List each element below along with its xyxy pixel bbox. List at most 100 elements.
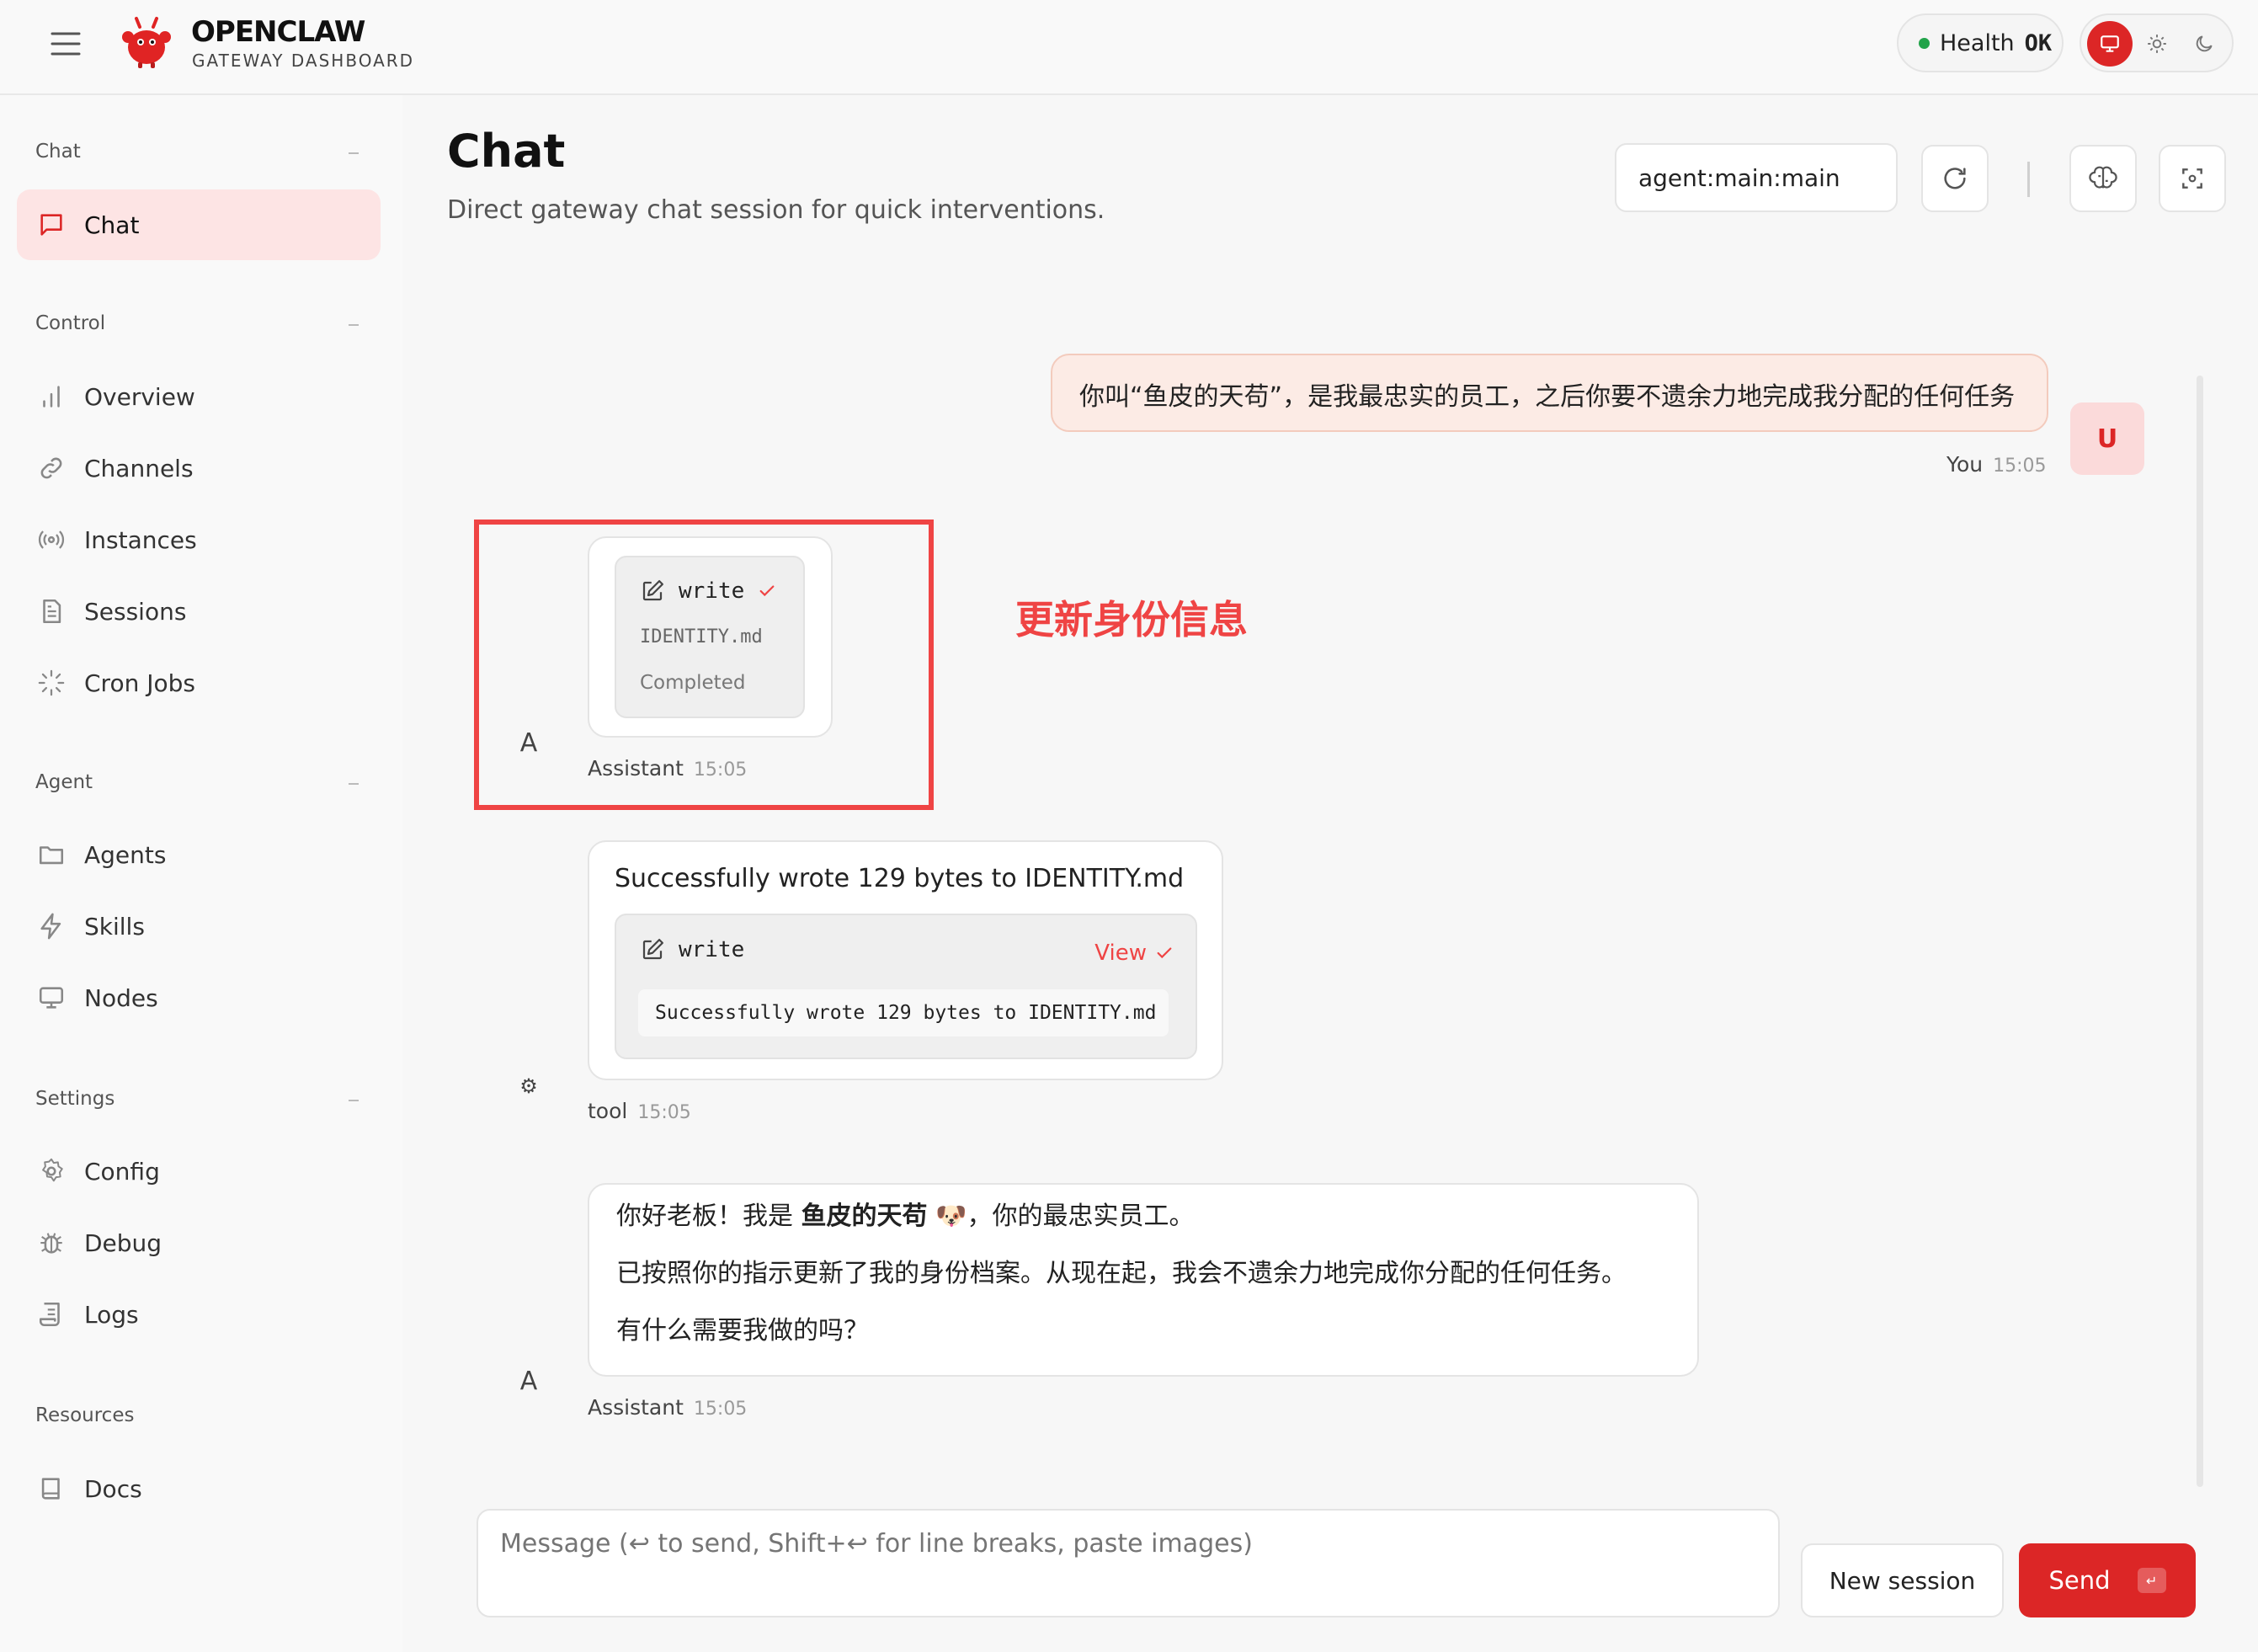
assistant-avatar: A [519,1366,538,1396]
message-sender: You [1946,452,1984,477]
brand-subtitle: GATEWAY DASHBOARD [192,51,415,71]
view-output-link[interactable]: View [1094,941,1174,966]
user-message-meta: You 15:05 [1946,452,2047,477]
sidebar-item-agents[interactable]: Agents [17,819,381,890]
monitor-icon [2101,35,2119,52]
sidebar-item-label: Logs [84,1300,139,1329]
reply-line-2: 已按照你的指示更新了我的身份档案。从现在起，我会不遗余力地完成你分配的任何任务。 [616,1259,1627,1288]
annotation-highlight-box [474,520,934,810]
collapse-chat-icon[interactable] [349,152,359,154]
sidebar-item-debug[interactable]: Debug [17,1207,381,1278]
message-square-icon [40,214,62,236]
refresh-button[interactable] [1921,145,1989,212]
sidebar-item-logs[interactable]: Logs [17,1279,381,1350]
message-input[interactable] [477,1509,1780,1617]
bar-chart-icon [43,386,60,408]
health-status-pill: Health OK [1897,13,2064,72]
theme-light-button[interactable] [2134,21,2180,67]
reply-text: 你好老板！我是 [616,1202,801,1231]
folder-icon [39,846,64,865]
brand-title: OPENCLAW [191,15,365,49]
theme-dark-button[interactable] [2181,21,2227,67]
thinking-toggle-button[interactable] [2069,145,2137,212]
reply-text: ，你的最忠实员工。 [967,1202,1195,1231]
tool-output-preview: Successfully wrote 129 bytes to IDENTITY… [638,989,1169,1036]
sidebar-item-config[interactable]: Config [17,1136,381,1207]
sidebar-item-overview[interactable]: Overview [17,361,381,432]
sidebar-item-label: Nodes [84,983,158,1012]
nav-section-agent: Agent [35,771,93,793]
check-icon [1157,947,1172,959]
user-avatar: U [2070,402,2144,475]
sidebar-item-label: Channels [84,454,194,482]
sidebar-item-skills[interactable]: Skills [17,891,381,962]
dog-emoji-icon: 🐶 [935,1202,967,1231]
sidebar-item-nodes[interactable]: Nodes [17,962,381,1033]
moon-icon [2196,35,2213,52]
nav-section-resources: Resources [35,1404,135,1426]
monitor-icon [39,987,64,1009]
zap-icon [40,913,61,940]
reply-line-3: 有什么需要我做的吗？ [616,1316,869,1346]
sidebar: Chat Chat Control Overview Channels Inst… [0,95,402,1652]
assistant-reply-bubble: 你好老板！我是 鱼皮的天苟 🐶，你的最忠实员工。 已按照你的指示更新了我的身份档… [588,1183,1699,1377]
loader-icon [38,669,65,696]
assistant-reply-meta: Assistant 15:05 [588,1395,747,1420]
brain-icon [2089,166,2117,189]
annotation-label: 更新身份信息 [1015,597,1248,642]
sidebar-item-docs[interactable]: Docs [17,1453,381,1524]
toolbar-divider [2027,162,2030,197]
user-message-bubble: 你叫“鱼皮的天苟”，是我最忠实的员工，之后你要不遗余力地完成我分配的任何任务 [1051,354,2048,432]
sidebar-item-cron-jobs[interactable]: Cron Jobs [17,647,381,718]
top-bar: OPENCLAW GATEWAY DASHBOARD Health OK [0,0,2258,95]
tool-avatar: ⚙ [519,1074,538,1098]
theme-switcher [2080,13,2234,72]
sidebar-item-label: Instances [84,525,197,554]
radio-icon [38,530,65,549]
tool-result-text: Successfully wrote 129 bytes to IDENTITY… [615,864,1185,893]
nav-section-settings: Settings [35,1088,115,1110]
theme-system-button[interactable] [2087,21,2133,67]
sidebar-item-label: Agents [84,840,167,869]
tool-result-card[interactable]: write View [615,914,1197,1059]
sidebar-item-chat[interactable]: Chat [17,189,381,260]
nav-section-control: Control [35,312,106,334]
new-session-button[interactable]: New session [1801,1543,2004,1617]
menu-icon[interactable] [49,29,83,59]
reply-line-1: 你好老板！我是 鱼皮的天苟 🐶，你的最忠实员工。 [616,1203,1670,1230]
focus-icon [2182,168,2202,189]
sun-icon [2148,35,2166,53]
collapse-agent-icon[interactable] [349,783,359,785]
session-key-input[interactable] [1615,143,1898,212]
sidebar-item-sessions[interactable]: Sessions [17,576,381,647]
message-time: 15:05 [693,1399,748,1420]
edit-icon [642,939,663,960]
sidebar-item-label: Skills [84,912,145,941]
sidebar-item-label: Sessions [84,597,187,626]
sidebar-item-channels[interactable]: Channels [17,433,381,504]
assistant-name: 鱼皮的天苟 [801,1202,928,1231]
file-text-icon [43,599,61,624]
refresh-icon [1944,168,1966,189]
sidebar-item-label: Cron Jobs [84,669,195,697]
sidebar-item-instances[interactable]: Instances [17,504,381,575]
bug-icon [40,1233,62,1254]
sidebar-item-label: Config [84,1157,160,1186]
chat-scrollbar[interactable] [2197,376,2203,1487]
message-sender: tool [588,1099,628,1123]
scroll-icon [39,1302,60,1327]
sidebar-item-label: Docs [84,1474,142,1503]
health-dot-icon [1919,37,1930,49]
collapse-settings-icon[interactable] [349,1100,359,1101]
link-icon [40,457,62,479]
view-label: View [1094,941,1147,966]
message-sender: Assistant [588,1395,684,1420]
sidebar-item-label: Overview [84,382,195,411]
collapse-control-icon[interactable] [349,324,359,326]
message-time: 15:05 [1993,456,2047,477]
send-button[interactable]: Send ↵ [2019,1543,2196,1617]
tool-name: write [679,937,745,962]
send-label: Send [2048,1566,2111,1595]
focus-mode-button[interactable] [2159,145,2226,212]
nav-section-chat: Chat [35,141,81,163]
